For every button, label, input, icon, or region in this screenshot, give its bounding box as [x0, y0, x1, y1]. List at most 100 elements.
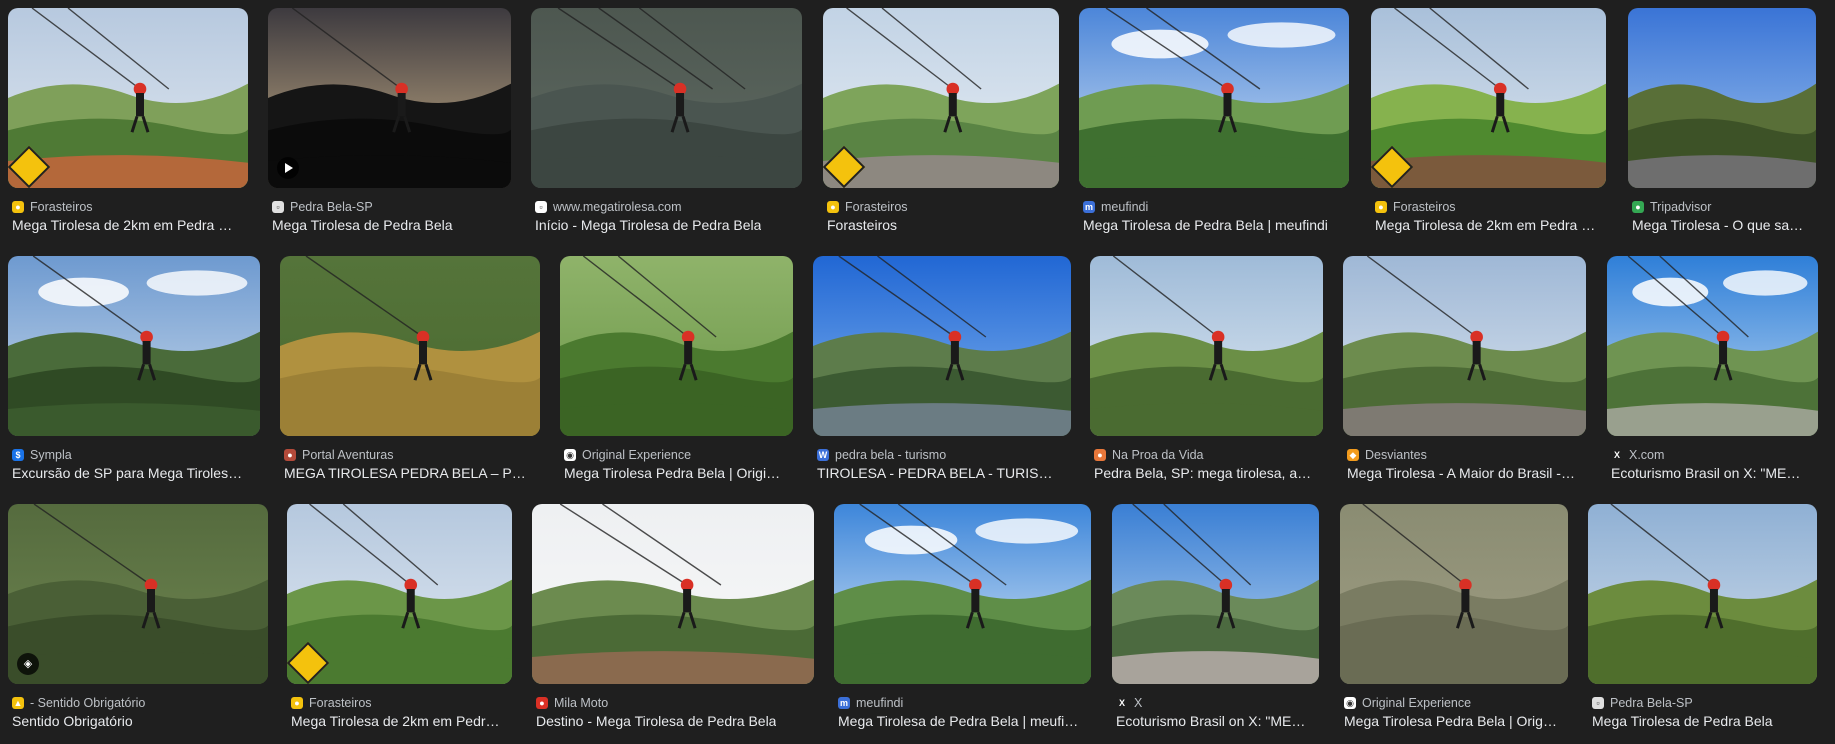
result-source-label: Pedra Bela-SP	[290, 200, 373, 214]
result-title-link[interactable]: Sentido Obrigatório	[12, 713, 133, 729]
result-thumbnail[interactable]	[813, 256, 1071, 436]
result-title-link[interactable]: Mega Tirolesa Pedra Bela | Origi…	[564, 465, 780, 481]
image-result-card[interactable]: ● Forasteiros Mega Tirolesa de 2km em Pedr…	[287, 504, 512, 744]
result-thumbnail[interactable]	[1079, 8, 1349, 188]
result-title-link[interactable]: Mega Tirolesa - O que sa…	[1632, 217, 1803, 233]
image-result-card[interactable]: ● Mila Moto Destino - Mega Tirolesa de Ped…	[532, 504, 814, 744]
result-title-link[interactable]: Forasteiros	[827, 217, 897, 233]
image-results-grid: ● Forasteiros Mega Tirolesa de 2km em Pedr…	[0, 0, 1835, 729]
site-favicon-icon: ●	[291, 697, 303, 709]
image-result-card[interactable]: ▫ Pedra Bela-SP Mega Tirolesa de Pedra Bel…	[268, 8, 511, 248]
result-thumbnail[interactable]	[8, 256, 260, 436]
result-source[interactable]: ▫ Pedra Bela-SP	[1592, 695, 1693, 711]
site-favicon-icon: ▫	[1592, 697, 1604, 709]
result-source[interactable]: ● Forasteiros	[827, 199, 908, 215]
image-result-card[interactable]: X X Ecoturismo Brasil on X: "ME…	[1112, 504, 1319, 744]
result-thumbnail[interactable]	[1343, 256, 1586, 436]
result-thumbnail[interactable]	[8, 8, 248, 188]
image-result-card[interactable]: ◆ Desviantes Mega Tirolesa - A Maior do Br…	[1343, 256, 1586, 496]
result-thumbnail[interactable]	[1607, 256, 1818, 436]
result-source[interactable]: ◉ Original Experience	[1344, 695, 1471, 711]
image-result-card[interactable]: ● Portal Aventuras MEGA TIROLESA PEDRA BEL…	[280, 256, 540, 496]
image-result-card[interactable]: ● Na Proa da Vida Pedra Bela, SP: mega tir…	[1090, 256, 1323, 496]
result-title-link[interactable]: Mega Tirolesa de Pedra Bela | meufindi	[1083, 217, 1328, 233]
result-source-label: Forasteiros	[845, 200, 908, 214]
site-favicon-icon: ●	[284, 449, 296, 461]
image-result-card[interactable]: ▫ www.megatirolesa.com Início - Mega Tirol…	[531, 8, 802, 248]
result-source[interactable]: ● Forasteiros	[12, 199, 93, 215]
result-title-link[interactable]: Mega Tirolesa de 2km em Pedr…	[291, 713, 500, 729]
image-result-card[interactable]: ◈ ▲ - Sentido Obrigatório Sentido Obrigatór…	[8, 504, 268, 744]
result-source[interactable]: ▫ Pedra Bela-SP	[272, 199, 373, 215]
result-source[interactable]: $ Sympla	[12, 447, 72, 463]
image-result-card[interactable]: ◉ Original Experience Mega Tirolesa Pedra …	[560, 256, 793, 496]
image-result-card[interactable]: $ Sympla Excursão de SP para Mega Tiroles…	[8, 256, 260, 496]
result-source[interactable]: m meufindi	[838, 695, 903, 711]
result-title-link[interactable]: Mega Tirolesa Pedra Bela | Orig…	[1344, 713, 1557, 729]
result-title-link[interactable]: Mega Tirolesa de Pedra Bela	[272, 217, 453, 233]
image-result-card[interactable]: ● Forasteiros Mega Tirolesa de 2km em Pedr…	[8, 8, 248, 248]
result-source[interactable]: ● Forasteiros	[1375, 199, 1456, 215]
result-source[interactable]: X X.com	[1611, 447, 1664, 463]
result-title-link[interactable]: Mega Tirolesa de Pedra Bela | meufi…	[838, 713, 1078, 729]
result-title-link[interactable]: Início - Mega Tirolesa de Pedra Bela	[535, 217, 761, 233]
image-result-card[interactable]: ● Tripadvisor Mega Tirolesa - O que sa…	[1628, 8, 1816, 248]
result-source[interactable]: ▲ - Sentido Obrigatório	[12, 695, 145, 711]
image-result-card[interactable]: ▫ Pedra Bela-SP Mega Tirolesa de Pedra Bel…	[1588, 504, 1817, 744]
result-thumbnail[interactable]	[1588, 504, 1817, 684]
site-favicon-icon: ●	[12, 201, 24, 213]
image-result-card[interactable]: m meufindi Mega Tirolesa de Pedra Bela | m…	[834, 504, 1091, 744]
result-title-link[interactable]: Mega Tirolesa de Pedra Bela	[1592, 713, 1773, 729]
image-result-card[interactable]: X X.com Ecoturismo Brasil on X: "ME…	[1607, 256, 1818, 496]
result-thumbnail[interactable]	[1340, 504, 1568, 684]
image-result-card[interactable]: ◉ Original Experience Mega Tirolesa Pedra …	[1340, 504, 1568, 744]
result-thumbnail[interactable]	[1371, 8, 1606, 188]
result-source-label: meufindi	[1101, 200, 1149, 214]
result-thumbnail[interactable]: ◈	[8, 504, 268, 684]
result-source[interactable]: XX	[1116, 695, 1142, 711]
image-result-card[interactable]: Wpedra bela - turismo TIROLESA - PEDRA BE…	[813, 256, 1071, 496]
result-thumbnail[interactable]	[1628, 8, 1816, 188]
result-title-link[interactable]: Ecoturismo Brasil on X: "ME…	[1116, 713, 1305, 729]
site-favicon-icon: ●	[1632, 201, 1644, 213]
result-source[interactable]: ◉ Original Experience	[564, 447, 691, 463]
result-title-link[interactable]: Ecoturismo Brasil on X: "ME…	[1611, 465, 1800, 481]
result-source[interactable]: ● Tripadvisor	[1632, 199, 1711, 215]
result-thumbnail[interactable]	[834, 504, 1091, 684]
result-title-link[interactable]: Pedra Bela, SP: mega tirolesa, a…	[1094, 465, 1311, 481]
result-title-link[interactable]: Excursão de SP para Mega Tiroles…	[12, 465, 242, 481]
image-result-card[interactable]: ● Forasteiros Forasteiros	[823, 8, 1059, 248]
result-source[interactable]: Wpedra bela - turismo	[817, 447, 946, 463]
result-source[interactable]: m meufindi	[1083, 199, 1148, 215]
result-source[interactable]: ◆ Desviantes	[1347, 447, 1427, 463]
result-thumbnail[interactable]	[268, 8, 511, 188]
result-source[interactable]: ● Portal Aventuras	[284, 447, 394, 463]
site-favicon-icon: ●	[1375, 201, 1387, 213]
result-title-link[interactable]: Mega Tirolesa - A Maior do Brasil -…	[1347, 465, 1575, 481]
result-title-link[interactable]: MEGA TIROLESA PEDRA BELA – P…	[284, 465, 526, 481]
site-favicon-icon: ◉	[1344, 697, 1356, 709]
result-thumbnail[interactable]	[1112, 504, 1319, 684]
result-title-link[interactable]: Destino - Mega Tirolesa de Pedra Bela	[536, 713, 776, 729]
site-favicon-icon: m	[1083, 201, 1095, 213]
result-thumbnail[interactable]	[1090, 256, 1323, 436]
result-thumbnail[interactable]	[287, 504, 512, 684]
result-thumbnail[interactable]	[532, 504, 814, 684]
result-title-link[interactable]: Mega Tirolesa de 2km em Pedra …	[1375, 217, 1595, 233]
result-thumbnail[interactable]	[560, 256, 793, 436]
result-thumbnail[interactable]	[823, 8, 1059, 188]
result-thumbnail[interactable]	[531, 8, 802, 188]
result-title-link[interactable]: TIROLESA - PEDRA BELA - TURIS…	[817, 465, 1052, 481]
site-favicon-icon: X	[1611, 449, 1623, 461]
result-source[interactable]: ● Na Proa da Vida	[1094, 447, 1204, 463]
result-source[interactable]: ● Forasteiros	[291, 695, 372, 711]
result-source[interactable]: ● Mila Moto	[536, 695, 608, 711]
site-favicon-icon: ◉	[564, 449, 576, 461]
image-result-card[interactable]: m meufindi Mega Tirolesa de Pedra Bela | m…	[1079, 8, 1349, 248]
result-source[interactable]: ▫ www.megatirolesa.com	[535, 199, 682, 215]
result-source-label: Original Experience	[582, 448, 692, 462]
image-result-card[interactable]: ● Forasteiros Mega Tirolesa de 2km em Pedr…	[1371, 8, 1606, 248]
result-title-link[interactable]: Mega Tirolesa de 2km em Pedra …	[12, 217, 232, 233]
result-thumbnail[interactable]	[280, 256, 540, 436]
result-source-label: X.com	[1629, 448, 1665, 462]
